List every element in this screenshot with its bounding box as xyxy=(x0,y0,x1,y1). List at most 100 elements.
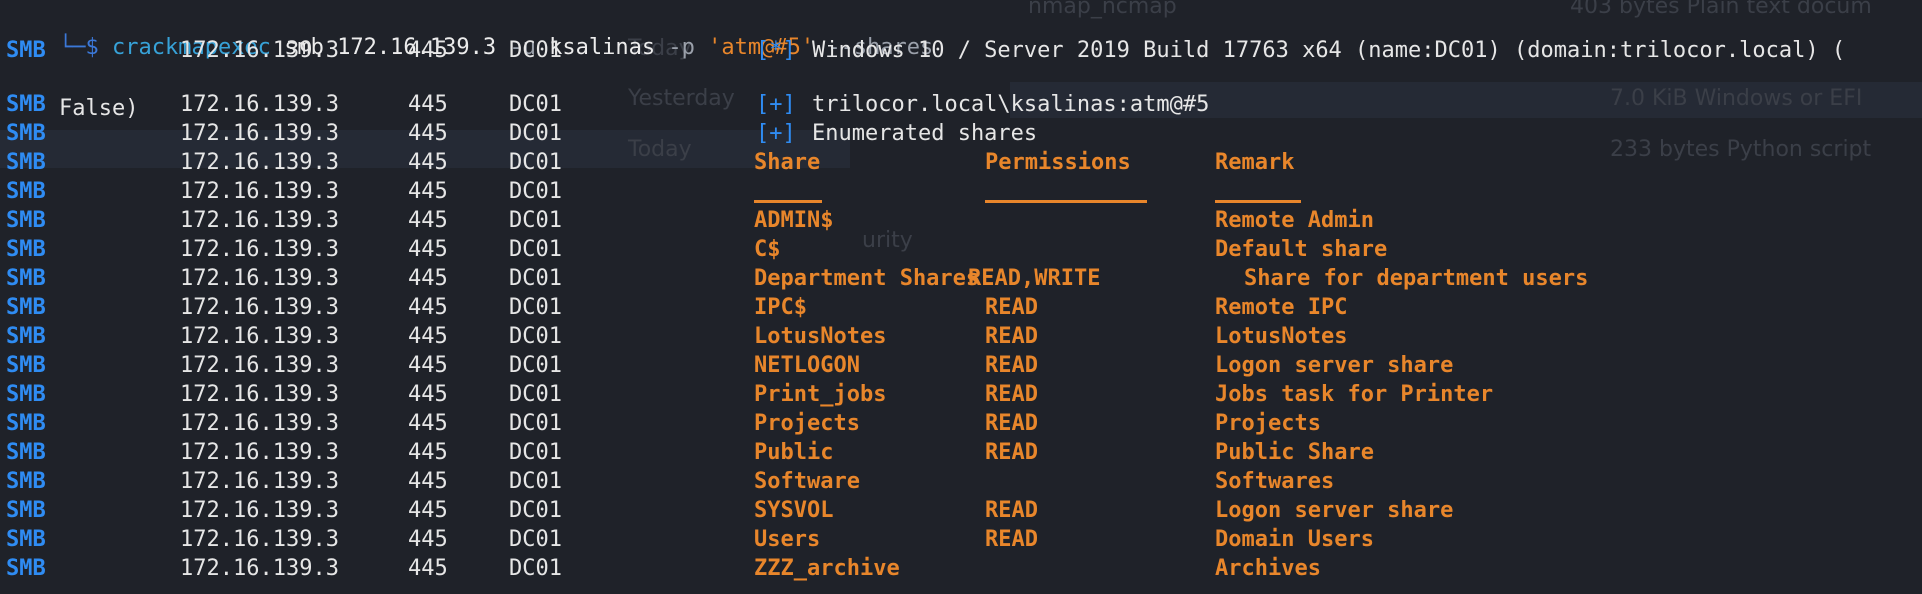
share-remark: Jobs task for Printer xyxy=(1215,382,1494,407)
share-row: SMB 172.16.139.3 445 DC01 Department Shares R… xyxy=(6,264,1922,293)
column-header-remark: Remark xyxy=(1215,150,1295,175)
share-row: SMB 172.16.139.3 445 DC01 C$ Default share xyxy=(6,235,1922,264)
share-row: SMB 172.16.139.3 445 DC01 Software Softwares xyxy=(6,467,1922,496)
share-remark: Archives xyxy=(1215,556,1321,581)
ip-label: 172.16.139.3 xyxy=(180,92,339,117)
host-label: DC01 xyxy=(509,353,562,378)
host-label: DC01 xyxy=(509,440,562,465)
terminal[interactable]: └─$ crackmapexec smb 172.16.139.3 -u ksa… xyxy=(0,0,1922,594)
share-remark: Softwares xyxy=(1215,469,1335,494)
host-label: DC01 xyxy=(509,92,562,117)
share-name: Print_jobs xyxy=(754,382,887,407)
share-name: Projects xyxy=(754,411,860,436)
ip-label: 172.16.139.3 xyxy=(180,237,339,262)
ip-label: 172.16.139.3 xyxy=(180,527,339,552)
host-label: DC01 xyxy=(509,382,562,407)
port-label: 445 xyxy=(408,440,448,465)
port-label: 445 xyxy=(408,527,448,552)
share-row: SMB 172.16.139.3 445 DC01 IPC$ READ Remote IPC xyxy=(6,293,1922,322)
output-row-dashes: SMB 172.16.139.3 445 DC01 xyxy=(6,177,1922,206)
port-label: 445 xyxy=(408,469,448,494)
ip-label: 172.16.139.3 xyxy=(180,150,339,175)
share-remark: Share for department users xyxy=(1244,266,1589,291)
share-name: NETLOGON xyxy=(754,353,860,378)
ip-label: 172.16.139.3 xyxy=(180,382,339,407)
ip-label: 172.16.139.3 xyxy=(180,498,339,523)
share-row: SMB 172.16.139.3 445 DC01 SYSVOL READ Logon se… xyxy=(6,496,1922,525)
share-name: Department Shares xyxy=(754,266,980,291)
share-name: Software xyxy=(754,469,860,494)
ip-label: 172.16.139.3 xyxy=(180,324,339,349)
share-permissions: READ xyxy=(985,440,1038,465)
protocol-label: SMB xyxy=(6,179,46,204)
share-row: SMB 172.16.139.3 445 DC01 LotusNotes READ Lotu… xyxy=(6,322,1922,351)
share-row: SMB 172.16.139.3 445 DC01 Projects READ Projec… xyxy=(6,409,1922,438)
protocol-label: SMB xyxy=(6,411,46,436)
permissions-header-underline xyxy=(985,200,1147,203)
auth-text: trilocor.local\ksalinas:atm@#5 xyxy=(812,92,1210,117)
output-row-headers: SMB 172.16.139.3 445 DC01 Share Permissi… xyxy=(6,148,1922,177)
host-label: DC01 xyxy=(509,556,562,581)
share-permissions: READ xyxy=(985,411,1038,436)
host-label: DC01 xyxy=(509,295,562,320)
host-label: DC01 xyxy=(509,266,562,291)
share-name: ADMIN$ xyxy=(754,208,834,233)
share-name: LotusNotes xyxy=(754,324,887,349)
ip-label: 172.16.139.3 xyxy=(180,208,339,233)
host-label: DC01 xyxy=(509,469,562,494)
port-label: 445 xyxy=(408,150,448,175)
share-remark: Logon server share xyxy=(1215,498,1454,523)
share-remark: Logon server share xyxy=(1215,353,1454,378)
port-label: 445 xyxy=(408,498,448,523)
column-header-share: Share xyxy=(754,150,821,175)
host-label: DC01 xyxy=(509,121,562,146)
host-label: DC01 xyxy=(509,150,562,175)
share-permissions: READ xyxy=(985,324,1038,349)
ip-label: 172.16.139.3 xyxy=(180,440,339,465)
share-remark: Default share xyxy=(1215,237,1388,262)
command-line: └─$ crackmapexec smb 172.16.139.3 -u ksa… xyxy=(6,4,933,60)
share-remark: Remote IPC xyxy=(1215,295,1348,320)
host-label: DC01 xyxy=(509,208,562,233)
port-label: 445 xyxy=(408,353,448,378)
info-text: Windows 10 / Server 2019 Build 17763 x64… xyxy=(812,38,1846,63)
share-remark: Projects xyxy=(1215,411,1321,436)
remark-header-underline xyxy=(1215,200,1301,203)
protocol-label: SMB xyxy=(6,556,46,581)
share-name: C$ xyxy=(754,237,781,262)
protocol-label: SMB xyxy=(6,324,46,349)
ip-label: 172.16.139.3 xyxy=(180,266,339,291)
ip-label: 172.16.139.3 xyxy=(180,469,339,494)
port-label: 445 xyxy=(408,92,448,117)
protocol-label: SMB xyxy=(6,440,46,465)
info-marker: [*] xyxy=(756,38,796,63)
share-permissions: READ xyxy=(985,295,1038,320)
port-label: 445 xyxy=(408,382,448,407)
port-label: 445 xyxy=(408,295,448,320)
protocol-label: SMB xyxy=(6,353,46,378)
share-name: ZZZ_archive xyxy=(754,556,900,581)
share-header-underline xyxy=(754,200,822,203)
share-permissions: READ xyxy=(985,527,1038,552)
share-name: IPC$ xyxy=(754,295,807,320)
port-label: 445 xyxy=(408,411,448,436)
share-permissions: READ,WRITE xyxy=(968,266,1101,291)
host-label: DC01 xyxy=(509,324,562,349)
share-remark: Domain Users xyxy=(1215,527,1374,552)
protocol-label: SMB xyxy=(6,150,46,175)
host-label: DC01 xyxy=(509,411,562,436)
protocol-label: SMB xyxy=(6,382,46,407)
output-row-auth: SMB 172.16.139.3 445 DC01 [+] trilocor.l… xyxy=(6,90,1922,119)
port-label: 445 xyxy=(408,179,448,204)
share-name: Public xyxy=(754,440,834,465)
column-header-permissions: Permissions xyxy=(985,150,1131,175)
protocol-label: SMB xyxy=(6,237,46,262)
host-label: DC01 xyxy=(509,38,562,63)
protocol-label: SMB xyxy=(6,527,46,552)
port-label: 445 xyxy=(408,324,448,349)
share-name: SYSVOL xyxy=(754,498,834,523)
host-label: DC01 xyxy=(509,237,562,262)
port-label: 445 xyxy=(408,38,448,63)
ip-label: 172.16.139.3 xyxy=(180,353,339,378)
protocol-label: SMB xyxy=(6,266,46,291)
